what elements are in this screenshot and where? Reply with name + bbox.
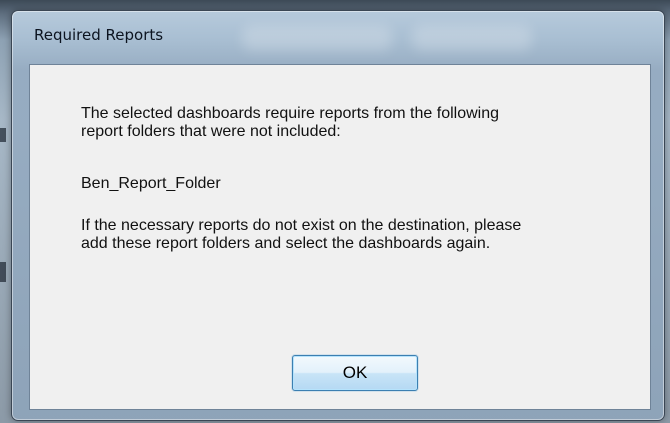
glass-highlight (242, 25, 392, 51)
folder-name: Ben_Report_Folder (81, 175, 221, 192)
dialog-content: The selected dashboards require reports … (29, 64, 651, 410)
glass-highlight (412, 25, 532, 51)
ok-button[interactable]: OK (292, 355, 418, 391)
message-instructions: If the necessary reports do not exist on… (81, 217, 522, 252)
dialog-title: Required Reports (34, 26, 164, 44)
message-text: The selected dashboards require reports … (81, 105, 499, 140)
background-edge-mark (0, 262, 6, 282)
required-reports-dialog: Required Reports The selected dashboards… (11, 10, 665, 421)
background-edge-mark (0, 128, 6, 142)
